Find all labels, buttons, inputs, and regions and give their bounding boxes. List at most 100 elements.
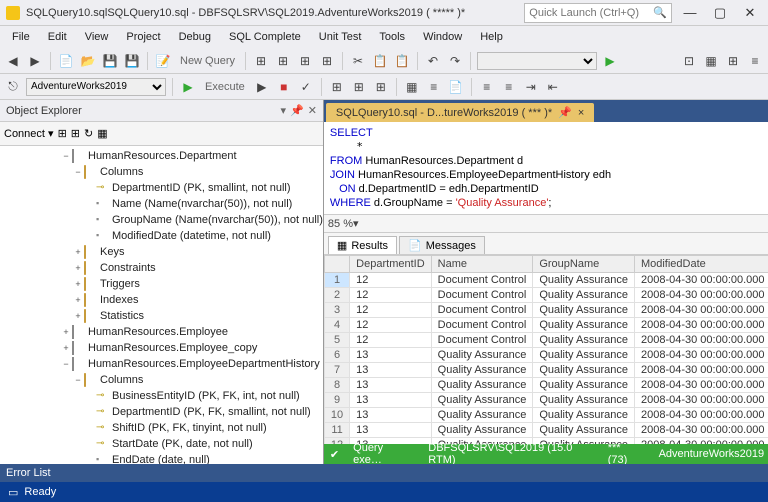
cell[interactable]: 13 — [350, 393, 431, 408]
results-grid-icon[interactable]: ▦ — [403, 78, 421, 96]
tree-node[interactable]: −HumanResources.Department — [0, 148, 323, 164]
search-icon[interactable]: 🔍 — [653, 6, 667, 19]
stop-icon[interactable]: ■ — [275, 78, 293, 96]
row-number[interactable]: 1 — [324, 273, 349, 288]
tree-node[interactable]: ▪ModifiedDate (datetime, not null) — [0, 228, 323, 244]
cell[interactable]: 12 — [350, 318, 431, 333]
menu-unittest[interactable]: Unit Test — [311, 29, 370, 45]
column-header[interactable]: Name — [431, 256, 533, 273]
cell[interactable]: 2008-04-30 00:00:00.000 — [634, 393, 768, 408]
tree-node[interactable]: ⊸ShiftID (PK, FK, tinyint, not null) — [0, 420, 323, 436]
cell[interactable]: 2008-04-30 00:00:00.000 — [634, 333, 768, 348]
quick-launch[interactable]: 🔍 — [524, 3, 672, 23]
cell[interactable]: Document Control — [431, 273, 533, 288]
tree-node[interactable]: +Statistics — [0, 308, 323, 324]
cell[interactable]: Quality Assurance — [533, 423, 635, 438]
cell[interactable]: 2008-04-30 00:00:00.000 — [634, 363, 768, 378]
cell[interactable]: Quality Assurance — [533, 363, 635, 378]
cell[interactable]: Quality Assurance — [431, 378, 533, 393]
cell[interactable]: Quality Assurance — [431, 408, 533, 423]
opts-icon[interactable]: ⊞ — [372, 78, 390, 96]
cell[interactable]: Quality Assurance — [533, 303, 635, 318]
row-number[interactable]: 3 — [324, 303, 349, 318]
plan-icon[interactable]: ⊞ — [328, 78, 346, 96]
minimize-button[interactable]: — — [678, 3, 702, 23]
cell[interactable]: 12 — [350, 333, 431, 348]
cell[interactable]: Quality Assurance — [431, 363, 533, 378]
menu-sqlcomplete[interactable]: SQL Complete — [221, 29, 309, 45]
cell[interactable]: 12 — [350, 288, 431, 303]
cell[interactable]: Quality Assurance — [533, 348, 635, 363]
tree-node[interactable]: ⊸DepartmentID (PK, smallint, not null) — [0, 180, 323, 196]
row-number[interactable]: 9 — [324, 393, 349, 408]
tree-node[interactable]: ▪GroupName (Name(nvarchar(50)), not null… — [0, 212, 323, 228]
database-selector[interactable]: AdventureWorks2019 — [26, 78, 166, 96]
cell[interactable]: Quality Assurance — [533, 288, 635, 303]
error-list-tab[interactable]: Error List — [0, 464, 768, 482]
row-number[interactable]: 11 — [324, 423, 349, 438]
row-number[interactable]: 5 — [324, 333, 349, 348]
tree-node[interactable]: +HumanResources.Employee_copy — [0, 340, 323, 356]
table-row[interactable]: 613Quality AssuranceQuality Assurance200… — [324, 348, 768, 363]
results-text-icon[interactable]: ≡ — [425, 78, 443, 96]
expand-icon[interactable]: + — [60, 343, 72, 353]
cell[interactable]: Quality Assurance — [431, 348, 533, 363]
cell[interactable]: Quality Assurance — [431, 393, 533, 408]
column-header[interactable]: GroupName — [533, 256, 635, 273]
tree-node[interactable]: +Indexes — [0, 292, 323, 308]
cell[interactable]: Quality Assurance — [533, 393, 635, 408]
tree-node[interactable]: −Columns — [0, 164, 323, 180]
oe-filter-icon[interactable]: ▦ — [97, 127, 107, 140]
cell[interactable]: 2008-04-30 00:00:00.000 — [634, 288, 768, 303]
save-all-icon[interactable]: 💾 — [123, 52, 141, 70]
row-number[interactable]: 10 — [324, 408, 349, 423]
tree-node[interactable]: −HumanResources.EmployeeDepartmentHistor… — [0, 356, 323, 372]
cell[interactable]: 2008-04-30 00:00:00.000 — [634, 318, 768, 333]
zoom-level[interactable]: 85 % — [328, 218, 353, 230]
expand-icon[interactable]: + — [72, 247, 84, 257]
cell[interactable]: Quality Assurance — [431, 423, 533, 438]
new-query-button[interactable]: New Query — [176, 55, 239, 67]
table-row[interactable]: 112Document ControlQuality Assurance2008… — [324, 273, 768, 288]
play-icon[interactable]: ▶ — [601, 52, 619, 70]
tb-icon-4[interactable]: ⊞ — [318, 52, 336, 70]
tree-node[interactable]: +Constraints — [0, 260, 323, 276]
row-number[interactable]: 8 — [324, 378, 349, 393]
cell[interactable]: 2008-04-30 00:00:00.000 — [634, 378, 768, 393]
cell[interactable]: 12 — [350, 303, 431, 318]
expand-icon[interactable]: − — [72, 375, 84, 385]
cell[interactable]: 13 — [350, 423, 431, 438]
menu-debug[interactable]: Debug — [171, 29, 219, 45]
column-header[interactable]: DepartmentID — [350, 256, 431, 273]
tab-messages[interactable]: 📄 Messages — [399, 236, 485, 254]
cell[interactable]: 13 — [350, 363, 431, 378]
document-tab-active[interactable]: SQLQuery10.sql - D...tureWorks2019 ( ***… — [326, 103, 594, 122]
execute-button[interactable]: Execute — [201, 81, 249, 93]
close-panel-icon[interactable]: ✕ — [308, 104, 317, 117]
outdent-icon[interactable]: ⇤ — [544, 78, 562, 96]
cell[interactable]: 2008-04-30 00:00:00.000 — [634, 348, 768, 363]
object-explorer-tree[interactable]: −HumanResources.Department−Columns⊸Depar… — [0, 146, 323, 464]
tree-node[interactable]: ▪EndDate (date, null) — [0, 452, 323, 464]
cell[interactable]: 13 — [350, 408, 431, 423]
nav-fwd-icon[interactable]: ▶ — [26, 52, 44, 70]
tb-right-3[interactable]: ⊞ — [724, 52, 742, 70]
tb-right-2[interactable]: ▦ — [702, 52, 720, 70]
debug-icon[interactable]: ▶ — [253, 78, 271, 96]
table-row[interactable]: 1013Quality AssuranceQuality Assurance20… — [324, 408, 768, 423]
menu-view[interactable]: View — [77, 29, 117, 45]
expand-icon[interactable]: + — [72, 311, 84, 321]
table-row[interactable]: 913Quality AssuranceQuality Assurance200… — [324, 393, 768, 408]
expand-icon[interactable]: − — [72, 167, 84, 177]
tree-node[interactable]: ⊸StartDate (PK, date, not null) — [0, 436, 323, 452]
menu-window[interactable]: Window — [415, 29, 470, 45]
tb-right-4[interactable]: ≡ — [746, 52, 764, 70]
tab-results[interactable]: ▦ Results — [328, 236, 397, 254]
expand-icon[interactable]: + — [72, 263, 84, 273]
sql-editor[interactable]: SELECT * FROM HumanResources.Department … — [324, 122, 768, 215]
new-project-icon[interactable]: 📄 — [57, 52, 75, 70]
column-header[interactable] — [324, 256, 349, 273]
table-row[interactable]: 713Quality AssuranceQuality Assurance200… — [324, 363, 768, 378]
new-query-icon[interactable]: 📝 — [154, 52, 172, 70]
cell[interactable]: Quality Assurance — [533, 318, 635, 333]
